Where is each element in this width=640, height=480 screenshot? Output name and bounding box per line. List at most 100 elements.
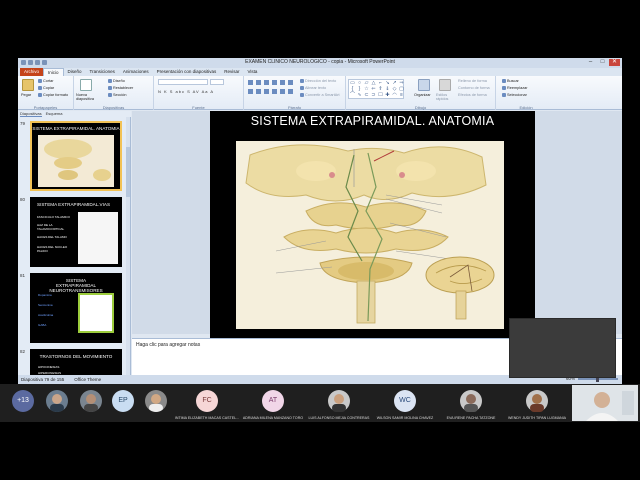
shape-outline-button[interactable]: Contorno de forma	[458, 86, 490, 90]
select-button[interactable]: Seleccionar	[502, 93, 527, 97]
cursor-icon	[502, 93, 506, 97]
person-avatar-icon	[50, 394, 64, 412]
slide-thumbnail[interactable]: SISTEMA EXTRAPIRAMIDAL NEUROTRANSMISORES…	[30, 273, 122, 343]
thumbnail-bullet: Acetilcolina	[38, 313, 54, 317]
font-family-select[interactable]	[158, 79, 208, 85]
thumbnail-title: SISTEMA EXTRAPIRAMIDAL. ANATOMIA	[32, 126, 120, 131]
slide-editor[interactable]: SISTEMA EXTRAPIRAMIDAL. ANATOMIA	[132, 111, 622, 339]
copy-button[interactable]: Copiar	[38, 86, 54, 90]
participant-card[interactable]: AT ADRIANA MILENA MANZANO TORO	[240, 384, 306, 422]
font-format-buttons[interactable]: N K S abc S AV Aa A	[158, 89, 214, 94]
slide-thumbnail[interactable]: TRASTORNOS DEL MOVIMIENTO HIPOCINESIAS H…	[30, 349, 122, 375]
layout-icon	[108, 79, 112, 83]
quick-styles-button[interactable]: Estilos rápidos	[436, 93, 454, 101]
tab-diseno[interactable]: Diseño	[64, 68, 86, 76]
participant-card[interactable]: FC INTIMA ELIZABETH MACAS CASTEL...	[174, 384, 240, 422]
close-button[interactable]: ✕	[609, 59, 620, 66]
maximize-button[interactable]: □	[597, 59, 608, 66]
participant-card[interactable]: WC WILSON SAMIR MOLINA CHAVEZ	[372, 384, 438, 422]
align-buttons[interactable]	[248, 89, 296, 94]
align-text-button[interactable]: Alinear texto	[300, 86, 326, 90]
person-avatar-icon	[84, 394, 98, 412]
replace-button[interactable]: Reemplazar	[502, 86, 527, 90]
tab-presentacion[interactable]: Presentación con diapositivas	[153, 68, 221, 76]
participant-strip: +13 EP FC INTIMA ELIZABETH MACAS CASTEL.…	[0, 384, 640, 422]
replace-icon	[502, 86, 506, 90]
tab-revisar[interactable]: Revisar	[220, 68, 243, 76]
participant-name: WENDY JUDITH TIPAN LUGMANIA	[507, 416, 567, 420]
more-participants-button[interactable]: +13	[12, 390, 34, 412]
tab-animaciones[interactable]: Animaciones	[119, 68, 153, 76]
shapes-gallery[interactable]: ▭ ○ ▱ △ ⌐ ↘ ↗ ⇒ {} ☆ ⇐ ⇑ ⇓ ◇ ▢ ⌒ ∿ ⊂ ⊃ ☐ ✚ ◠ ≡	[348, 79, 404, 99]
thumbnail-bullet: HAZ DE LA TALAMOCORTICAL	[37, 223, 65, 231]
new-slide-icon[interactable]	[80, 79, 92, 91]
group-clipboard: Pegar Cortar Copiar Copiar formato Porta…	[18, 76, 74, 110]
thumbnail-bullet: HACES DEL NUCLEO PALIDO	[37, 245, 68, 253]
slide-number: 80	[20, 197, 26, 202]
participant-name: LUIS ALFONSO MEJIA CONTRERAS	[308, 416, 370, 420]
cut-button[interactable]: Cortar	[38, 79, 54, 83]
slide-number: 79	[20, 121, 26, 126]
participant-avatar[interactable]: EP	[112, 390, 134, 412]
smartart-button[interactable]: Convertir a SmartArt	[300, 93, 340, 97]
ribbon-tabs: Archivo Inicio Diseño Transiciones Anima…	[18, 68, 622, 76]
slide-thumbnail[interactable]: SISTEMA EXTRAPIRAMIDAL.VIAS FASCICULO TA…	[30, 197, 122, 267]
scrollbar-thumb[interactable]	[126, 147, 130, 197]
shape-fill-button[interactable]: Relleno de forma	[458, 79, 487, 83]
anatomy-image[interactable]	[236, 141, 504, 329]
layout-button[interactable]: Diseño	[108, 79, 125, 83]
participant-photo	[460, 390, 482, 412]
person-video-icon	[572, 385, 638, 421]
notes-placeholder[interactable]: Haga clic para agregar notas	[136, 342, 200, 348]
thumbnail-bullet: Dopamina	[38, 293, 52, 297]
font-size-select[interactable]	[210, 79, 224, 85]
reset-button[interactable]: Restablecer	[108, 86, 133, 90]
shape-effects-button[interactable]: Efectos de forma	[458, 93, 487, 97]
thumbnail-bullet: HIPOCINESIAS	[38, 365, 60, 369]
slide-thumbnail[interactable]: SISTEMA EXTRAPIRAMIDAL. ANATOMIA	[30, 121, 122, 191]
new-slide-button[interactable]: Nueva diapositiva	[76, 93, 104, 101]
participant-name: INTIMA ELIZABETH MACAS CASTEL...	[174, 416, 240, 420]
thumbnail-title: SISTEMA EXTRAPIRAMIDAL.VIAS	[37, 202, 111, 207]
copy-format-button[interactable]: Copiar formato	[38, 93, 68, 97]
group-drawing: ▭ ○ ▱ △ ⌐ ↘ ↗ ⇒ {} ☆ ⇐ ⇑ ⇓ ◇ ▢ ⌒ ∿ ⊂ ⊃ ☐ ✚ ◠ ≡ Organizar Est…	[346, 76, 496, 110]
screen: EXAMEN CLINICO NEUROLOGICO - copia - Mic…	[0, 0, 640, 480]
participant-card[interactable]: LUIS ALFONSO MEJIA CONTRERAS	[306, 384, 372, 422]
current-slide[interactable]: SISTEMA EXTRAPIRAMIDAL. ANATOMIA	[210, 111, 535, 339]
scissors-icon	[38, 79, 42, 83]
text-direction-button[interactable]: Dirección del texto	[300, 79, 336, 83]
slide-thumbnails[interactable]: 79 SISTEMA EXTRAPIRAMIDAL. ANATOMIA 80 S…	[18, 117, 131, 375]
minimize-button[interactable]: –	[585, 59, 596, 66]
section-button[interactable]: Sección	[108, 93, 127, 97]
group-label: Portapapeles	[33, 105, 58, 110]
participant-card[interactable]: EVA IRENE PACHA TATZONE	[438, 384, 504, 422]
thumbnail-bullet: HACES DEL TALAMO	[37, 235, 67, 239]
thumbnail-image	[78, 212, 118, 264]
tab-vista[interactable]: Vista	[243, 68, 261, 76]
find-button[interactable]: Buscar	[502, 79, 519, 83]
thumbnail-title: SISTEMA EXTRAPIRAMIDAL NEUROTRANSMISORES	[49, 278, 103, 293]
paste-button[interactable]: Pegar	[21, 93, 31, 97]
slide-counter: Diapositiva 79 de 155	[21, 377, 65, 382]
participant-name: EVA IRENE PACHA TATZONE	[446, 416, 496, 420]
participant-video[interactable]	[80, 390, 102, 412]
participant-video[interactable]	[46, 390, 68, 412]
participant-name: WILSON SAMIR MOLINA CHAVEZ	[376, 416, 434, 420]
section-icon	[108, 93, 112, 97]
person-avatar-icon	[332, 394, 346, 412]
participant-video[interactable]	[145, 390, 167, 412]
window-controls: – □ ✕	[585, 59, 620, 66]
tab-inicio[interactable]: Inicio	[43, 68, 64, 76]
thumbnail-scrollbar[interactable]	[126, 117, 130, 375]
paste-icon[interactable]	[22, 79, 34, 91]
quick-styles-icon[interactable]	[439, 79, 451, 91]
slide-title[interactable]: SISTEMA EXTRAPIRAMIDAL. ANATOMIA	[210, 114, 535, 128]
tab-transiciones[interactable]: Transiciones	[86, 68, 119, 76]
arrange-icon[interactable]	[418, 79, 430, 91]
person-avatar-icon	[464, 394, 478, 412]
participant-card[interactable]: WENDY JUDITH TIPAN LUGMANIA	[504, 384, 570, 422]
thumbnail-image	[78, 293, 114, 333]
arrange-button[interactable]: Organizar	[414, 93, 431, 97]
list-buttons[interactable]	[248, 80, 296, 85]
tab-archivo[interactable]: Archivo	[20, 68, 44, 76]
